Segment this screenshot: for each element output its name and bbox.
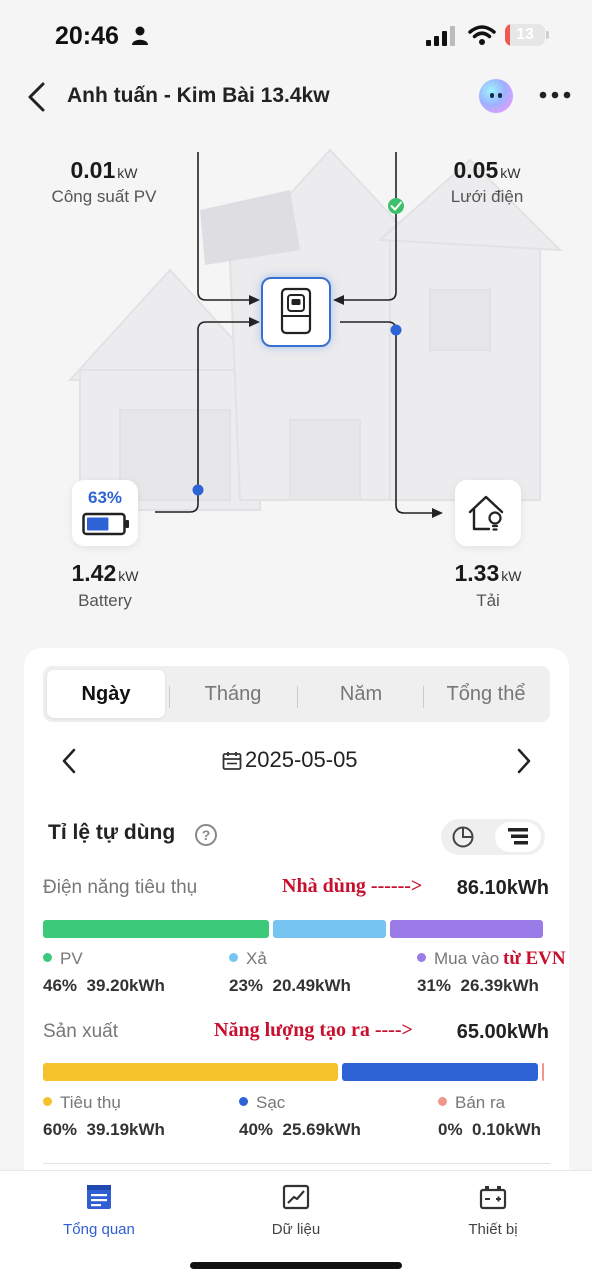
section-title: Tỉ lệ tự dùng <box>48 821 176 844</box>
self-consumption-card: Ngày Tháng Năm Tổng thể 2025-05-05 Tỉ lệ… <box>24 648 569 1188</box>
grid-power-label: Lưới điện <box>450 187 524 206</box>
battery-power-value: 1.42 kW <box>71 560 139 586</box>
ai-assistant-icon[interactable] <box>479 79 513 113</box>
pv-share: 46% 39.20kWh <box>43 976 165 995</box>
nav-overview[interactable]: Tổng quan <box>24 1171 174 1251</box>
nav-devices[interactable]: Thiết bị <box>418 1171 568 1251</box>
chart-type-toggle <box>441 819 545 855</box>
legend-self-use: Tiêu thụ <box>43 1093 121 1113</box>
self-use-share: 60% 39.19kWh <box>43 1120 165 1139</box>
grid-import-share: 31% 26.39kWh <box>417 976 539 995</box>
export-share: 0% 0.10kWh <box>438 1120 542 1139</box>
pie-chart-icon[interactable] <box>451 825 475 849</box>
status-time: 20:46 <box>55 22 119 50</box>
nav-label-devices: Thiết bị <box>468 1221 518 1238</box>
legend-grid-import: Mua vào <box>417 949 499 969</box>
status-bar: 20:46 13 <box>0 0 592 70</box>
cons-segment-2 <box>390 920 543 938</box>
prod-segment-0 <box>43 1063 338 1081</box>
tab-month[interactable]: Tháng <box>171 670 295 718</box>
cons-segment-0 <box>43 920 270 938</box>
tab-total[interactable]: Tổng thể <box>425 670 547 718</box>
back-icon[interactable] <box>24 80 50 114</box>
consumption-bar <box>43 920 543 938</box>
page-title: Anh tuấn - Kim Bài 13.4kw <box>67 84 330 107</box>
person-icon <box>132 26 148 45</box>
legend-discharge: Xả <box>229 949 267 969</box>
tab-year[interactable]: Năm <box>299 670 423 718</box>
grid-power-value: 0.05 kW <box>453 157 521 183</box>
selected-date[interactable]: 2025-05-05 <box>245 747 358 773</box>
divider <box>43 1163 550 1164</box>
stacked-bar-icon <box>508 828 528 845</box>
nav-label-overview: Tổng quan <box>63 1221 135 1238</box>
home-load-icon <box>468 495 504 531</box>
battery-status-level: 13 <box>516 26 534 43</box>
calendar-icon[interactable] <box>222 751 242 771</box>
discharge-share: 23% 20.49kWh <box>229 976 351 995</box>
battery-icon <box>82 512 129 536</box>
battery-label: Battery <box>78 591 132 610</box>
home-indicator <box>190 1262 402 1269</box>
consumption-total: 86.10kWh <box>456 877 549 899</box>
battery-percent: 63% <box>87 488 123 507</box>
side-note-evn: từ EVN <box>503 948 566 969</box>
pv-power-label: Công suất PV <box>51 187 157 206</box>
prod-segment-1 <box>341 1063 539 1081</box>
production-annotation: Năng lượng tạo ra ----> <box>214 1019 413 1041</box>
production-total: 65.00kWh <box>456 1021 549 1043</box>
previous-date-icon[interactable] <box>60 746 80 776</box>
legend-charge: Sạc <box>239 1093 285 1113</box>
overview-icon <box>87 1185 111 1209</box>
production-bar <box>43 1063 545 1081</box>
inverter-icon <box>280 287 312 335</box>
prod-segment-2 <box>542 1063 545 1081</box>
tab-day[interactable]: Ngày <box>47 670 165 718</box>
load-label: Tải <box>476 591 500 610</box>
load-power-value: 1.33 kW <box>454 560 522 586</box>
legend-export: Bán ra <box>438 1093 505 1113</box>
pv-power-value: 0.01 kW <box>70 157 138 183</box>
consumption-annotation: Nhà dùng ------> <box>282 875 423 897</box>
bar-view-toggle[interactable] <box>495 822 541 852</box>
nav-data[interactable]: Dữ liệu <box>221 1171 371 1251</box>
inverter-node[interactable] <box>261 277 331 347</box>
device-battery-icon <box>479 1186 507 1210</box>
nav-label-data: Dữ liệu <box>271 1221 321 1238</box>
energy-flow-diagram: 0.01 kW Công suất PV 0.05 kW Lưới điện 63%… <box>0 140 592 640</box>
period-tabs: Ngày Tháng Năm Tổng thể <box>43 666 550 722</box>
more-options-icon[interactable] <box>538 85 572 105</box>
cons-segment-1 <box>273 920 387 938</box>
next-date-icon[interactable] <box>513 746 533 776</box>
battery-status-icon: 13 <box>505 24 549 46</box>
legend-pv: PV <box>43 949 83 969</box>
help-icon[interactable]: ? <box>195 824 217 846</box>
battery-node[interactable]: 63% <box>72 480 138 546</box>
data-chart-icon <box>282 1184 310 1210</box>
cellular-signal-icon <box>426 26 455 46</box>
production-label: Sản xuất <box>43 1021 118 1042</box>
load-node[interactable] <box>455 480 521 546</box>
wifi-icon <box>468 25 496 45</box>
charge-share: 40% 25.69kWh <box>239 1120 361 1139</box>
consumption-label: Điện năng tiêu thụ <box>43 877 198 898</box>
